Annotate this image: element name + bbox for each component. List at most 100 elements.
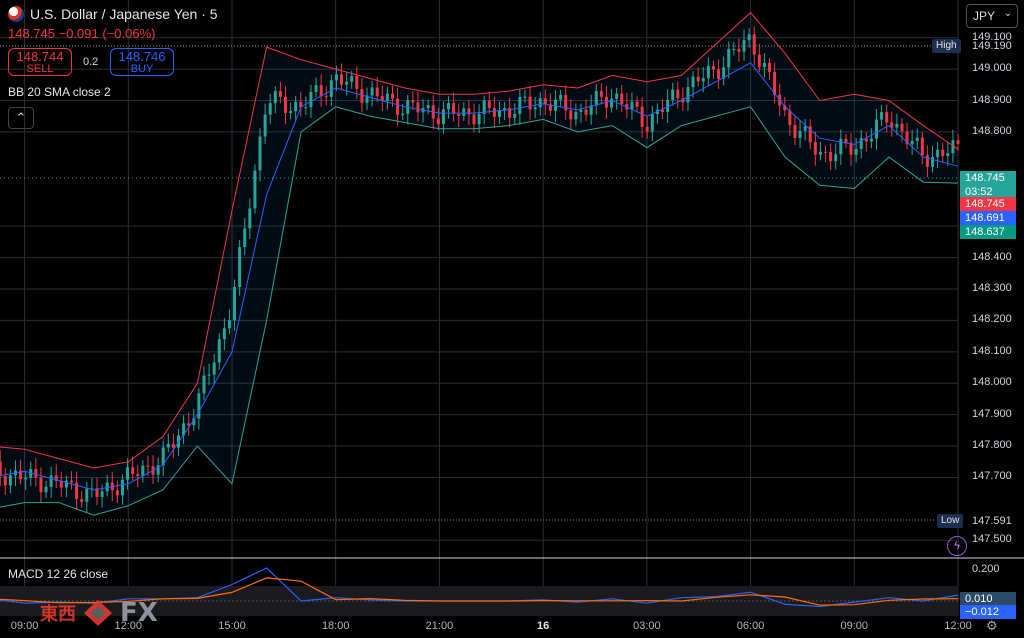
macd-tick-top: 0.200: [972, 563, 1000, 575]
candle-body: [166, 444, 170, 448]
settings-icon[interactable]: ⚙: [986, 618, 998, 634]
candle-body: [370, 87, 374, 96]
candle-body: [630, 101, 634, 110]
candle-body: [396, 98, 400, 115]
candle-body: [44, 486, 48, 493]
candle-body: [416, 102, 420, 113]
candle-body: [49, 475, 53, 487]
bb-upper-tag: 148.745: [960, 197, 1016, 211]
price-tick: 148.100: [972, 344, 1012, 357]
candle-body: [513, 113, 517, 118]
candle-body: [599, 91, 603, 97]
candle-body: [202, 375, 206, 394]
bollinger-upper-line: [0, 11, 959, 469]
candle-body: [24, 477, 28, 480]
candle-body: [39, 477, 43, 493]
candle: [253, 164, 257, 214]
chevron-down-icon: ⌄: [1003, 8, 1012, 19]
bb-lower-tag: 148.637: [960, 225, 1016, 239]
time-tick: 18:00: [321, 620, 350, 632]
candle-body: [120, 479, 124, 496]
candle-body: [278, 91, 282, 97]
candle-body: [931, 157, 935, 167]
price-tick: 148.800: [972, 124, 1012, 137]
candle-body: [818, 151, 822, 155]
price-tick: 148.400: [972, 250, 1012, 263]
candle-body: [803, 126, 807, 131]
price-change: 148.745 −0.091 (−0.06%): [8, 26, 156, 41]
candle-body: [345, 81, 349, 85]
time-tick: 12:00: [944, 620, 972, 632]
candle-body: [824, 151, 828, 153]
candle-body: [635, 101, 639, 107]
sell-price: 148.744: [16, 49, 64, 64]
candle-body: [676, 89, 680, 99]
bb-basis-tag: 148.691: [960, 211, 1016, 225]
last-price-tag-value: 148.745: [965, 172, 1005, 184]
currency-select[interactable]: JPY ⌄: [966, 4, 1018, 28]
candle-body: [762, 62, 766, 67]
candle-body: [946, 153, 950, 157]
symbol-title: U.S. Dollar / Japanese Yen · 5: [30, 6, 218, 22]
candle-body: [340, 74, 344, 85]
candle-body: [528, 96, 532, 110]
candle-body: [115, 490, 119, 496]
candle-body: [258, 136, 262, 171]
candle-body: [222, 328, 226, 340]
candle-body: [767, 62, 771, 72]
candle-body: [350, 75, 354, 82]
candle-body: [813, 142, 817, 155]
candle-body: [253, 170, 257, 209]
price-tick: 148.300: [972, 281, 1012, 294]
candle-body: [385, 93, 389, 101]
candle-body: [757, 54, 761, 67]
buy-button[interactable]: 148.746 BUY: [110, 48, 174, 76]
candle-body: [936, 149, 940, 158]
candle-body: [773, 71, 777, 95]
candle-body: [452, 103, 456, 114]
candle-body: [869, 138, 873, 142]
candle-body: [390, 93, 394, 99]
candle-body: [686, 87, 690, 103]
candle-body: [100, 491, 104, 497]
candle-body: [584, 109, 588, 115]
sell-button[interactable]: 148.744 SELL: [8, 48, 72, 76]
candle-body: [492, 107, 496, 117]
candle-body: [747, 34, 751, 41]
spread-value: 0.2: [83, 56, 99, 68]
chevron-up-icon[interactable]: ⌃: [8, 107, 34, 129]
macd-label[interactable]: MACD 12 26 close: [8, 567, 108, 581]
usdjpy-flag-icon: [8, 6, 24, 22]
macd-value-tag: 0.010: [960, 592, 1016, 606]
lightning-icon[interactable]: ϟ: [947, 536, 967, 556]
price-chart[interactable]: [0, 0, 1024, 638]
price-tick: 147.800: [972, 439, 1012, 452]
candle-body: [319, 85, 323, 97]
time-tick: 15:00: [218, 620, 246, 632]
candle-body: [701, 78, 705, 82]
last-price-tag: 148.745 03:52: [960, 171, 1016, 199]
price-tick: 149.000: [972, 62, 1012, 75]
candle-body: [401, 113, 405, 115]
price-tick: 147.500: [972, 533, 1012, 546]
candle-body: [238, 247, 242, 287]
candle-body: [3, 476, 7, 486]
candle-body: [554, 99, 558, 111]
candle-body: [533, 107, 537, 110]
candle-body: [880, 112, 884, 120]
last-price: 148.745: [8, 26, 55, 41]
candle-body: [8, 475, 12, 486]
candle-body: [650, 114, 654, 132]
bb-indicator-label[interactable]: BB 20 SMA close 2: [8, 85, 111, 99]
candle-body: [207, 374, 211, 376]
candle-body: [854, 148, 858, 155]
candle-body: [910, 140, 914, 145]
candle-body: [737, 48, 741, 52]
candle-body: [717, 69, 721, 79]
candle-body: [691, 76, 695, 88]
candle-body: [441, 109, 445, 124]
candle-body: [70, 480, 74, 483]
candle-body: [711, 66, 715, 70]
signal-value-tag: −0.012: [960, 605, 1016, 619]
low-value: 147.591: [972, 515, 1012, 527]
